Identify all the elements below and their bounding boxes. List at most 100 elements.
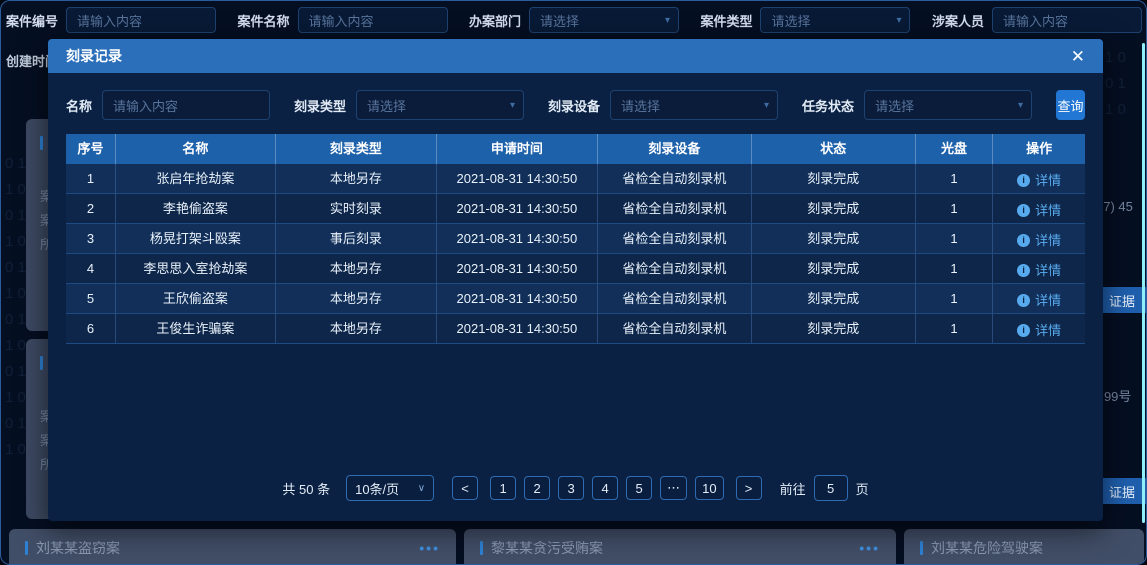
- table-body: 1 张启年抢劫案 本地另存 2021-08-31 14:30:50 省检全自动刻…: [66, 164, 1085, 344]
- scroll-indicator-line: [1142, 43, 1145, 523]
- detail-link[interactable]: i 详情: [1017, 256, 1061, 283]
- page-number-button[interactable]: 2: [524, 476, 550, 500]
- filter-placeholder: 请输入内容: [113, 96, 255, 115]
- cell-name: 李艳偷盗案: [116, 194, 276, 223]
- filter-input[interactable]: 请选择 ▾: [864, 90, 1032, 120]
- table-row: 1 张启年抢劫案 本地另存 2021-08-31 14:30:50 省检全自动刻…: [66, 164, 1085, 194]
- title-accent-bar: [25, 541, 28, 555]
- cell-burn-type: 事后刻录: [276, 224, 437, 253]
- table-row: 2 李艳偷盗案 实时刻录 2021-08-31 14:30:50 省检全自动刻录…: [66, 194, 1085, 224]
- filter-label: 刻录设备: [548, 96, 600, 115]
- cell-index: 1: [66, 164, 116, 193]
- chevron-down-icon: ▾: [764, 100, 769, 111]
- case-filter-field: 案件编号 请输入内容: [6, 7, 216, 33]
- detail-link[interactable]: i 详情: [1017, 166, 1061, 193]
- cell-name: 王俊生诈骗案: [116, 314, 276, 343]
- case-search-bar: 案件编号 请输入内容 案件名称 请输入内容 办案部门 请选择 ▾: [1, 1, 1146, 39]
- field-input[interactable]: 请选择 ▾: [529, 7, 679, 33]
- field-input[interactable]: 请输入内容: [66, 7, 216, 33]
- table-row: 3 杨晃打架斗殴案 事后刻录 2021-08-31 14:30:50 省检全自动…: [66, 224, 1085, 254]
- detail-link[interactable]: i 详情: [1017, 286, 1061, 313]
- cell-burn-type: 本地另存: [276, 164, 437, 193]
- case-card[interactable]: 刘某某危险驾驶案: [904, 529, 1144, 565]
- decor-binary-right: 1 0 0 1 1 0: [1105, 45, 1126, 123]
- case-filter-field: 案件名称 请输入内容: [237, 7, 447, 33]
- cell-apply-time: 2021-08-31 14:30:50: [437, 284, 598, 313]
- close-icon[interactable]: ✕: [1071, 48, 1085, 65]
- filter-field: 刻录设备 请选择 ▾: [548, 90, 778, 120]
- cell-apply-time: 2021-08-31 14:30:50: [437, 194, 598, 223]
- detail-link[interactable]: i 详情: [1017, 196, 1061, 223]
- case-card[interactable]: 刘某某盗窃案 •••: [9, 529, 456, 565]
- case-filter-field: 涉案人员 请输入内容: [932, 7, 1142, 33]
- title-accent-bar: [480, 541, 483, 555]
- cell-name: 王欣偷盗案: [116, 284, 276, 313]
- page-number-button[interactable]: 1: [490, 476, 516, 500]
- more-options-icon[interactable]: •••: [419, 540, 440, 556]
- filter-groups: 名称 请输入内容 刻录类型 请选择 ▾: [66, 90, 1056, 120]
- cell-status: 刻录完成: [752, 314, 916, 343]
- chevron-down-icon: ▾: [1018, 100, 1023, 111]
- page-number-button[interactable]: 5: [626, 476, 652, 500]
- pagination-bar: 共 50 条 10条/页 ∨ < 1 2 3 4 5 ⋯: [48, 475, 1103, 501]
- cell-apply-time: 2021-08-31 14:30:50: [437, 254, 598, 283]
- info-icon: i: [1017, 264, 1030, 277]
- cell-apply-time: 2021-08-31 14:30:50: [437, 164, 598, 193]
- cell-index: 6: [66, 314, 116, 343]
- app-window: 0 1 0 1 1 0 1 0 0 1 0 1 1 0 0 1 0 1 1 0 …: [0, 0, 1147, 565]
- chevron-down-icon: ▾: [896, 15, 901, 26]
- goto-page-input[interactable]: 5: [814, 475, 848, 501]
- cell-disc-count: 1: [916, 224, 993, 253]
- info-icon: i: [1017, 294, 1030, 307]
- field-label: 案件编号: [6, 11, 58, 30]
- chevron-down-icon: ∨: [418, 483, 425, 494]
- info-icon: i: [1017, 234, 1030, 247]
- table-header-cell: 刻录设备: [598, 134, 752, 164]
- filter-input[interactable]: 请选择 ▾: [356, 90, 524, 120]
- info-icon: i: [1017, 204, 1030, 217]
- info-icon: i: [1017, 324, 1030, 337]
- cell-action: i 详情: [993, 194, 1085, 223]
- dialog-title: 刻录记录: [66, 46, 122, 66]
- detail-link[interactable]: i 详情: [1017, 226, 1061, 253]
- dialog-filter-bar: 名称 请输入内容 刻录类型 请选择 ▾: [48, 73, 1103, 120]
- cell-action: i 详情: [993, 164, 1085, 193]
- case-card-row: 刘某某盗窃案 ••• 黎某某贪污受贿案 ••• 刘某某危险驾驶案: [1, 529, 1146, 565]
- search-button[interactable]: 查询: [1056, 90, 1085, 120]
- detail-link-label: 详情: [1035, 196, 1061, 223]
- field-input[interactable]: 请输入内容: [298, 7, 448, 33]
- field-input[interactable]: 请输入内容: [992, 7, 1142, 33]
- field-placeholder: 请选择: [540, 11, 659, 30]
- field-input[interactable]: 请选择 ▾: [760, 7, 910, 33]
- page-number-button[interactable]: 10: [695, 476, 723, 500]
- next-page-button[interactable]: >: [736, 476, 762, 500]
- table-header-cell: 申请时间: [437, 134, 598, 164]
- page-number-button[interactable]: 4: [592, 476, 618, 500]
- detail-link-label: 详情: [1035, 166, 1061, 193]
- cell-burn-type: 本地另存: [276, 284, 437, 313]
- detail-link[interactable]: i 详情: [1017, 316, 1061, 343]
- cell-name: 李思思入室抢劫案: [116, 254, 276, 283]
- page-size-value: 10条/页: [355, 479, 399, 498]
- page-number-button[interactable]: 3: [558, 476, 584, 500]
- dialog-header: 刻录记录 ✕: [48, 39, 1103, 73]
- cell-apply-time: 2021-08-31 14:30:50: [437, 224, 598, 253]
- goto-page-group: 前往 5 页: [780, 475, 869, 501]
- case-card[interactable]: 黎某某贪污受贿案 •••: [464, 529, 896, 565]
- page-number-button[interactable]: ⋯: [660, 476, 687, 500]
- filter-label: 任务状态: [802, 96, 854, 115]
- page-size-select[interactable]: 10条/页 ∨: [346, 475, 434, 501]
- cell-burn-type: 实时刻录: [276, 194, 437, 223]
- prev-page-button[interactable]: <: [452, 476, 478, 500]
- field-label: 案件名称: [237, 11, 289, 30]
- cell-action: i 详情: [993, 254, 1085, 283]
- filter-input[interactable]: 请选择 ▾: [610, 90, 778, 120]
- filter-placeholder: 请选择: [367, 96, 504, 115]
- detail-link-label: 详情: [1035, 316, 1061, 343]
- cell-action: i 详情: [993, 314, 1085, 343]
- case-filter-field: 案件类型 请选择 ▾: [700, 7, 910, 33]
- cell-device: 省检全自动刻录机: [598, 284, 752, 313]
- filter-placeholder: 请选择: [621, 96, 758, 115]
- more-options-icon[interactable]: •••: [859, 540, 880, 556]
- filter-input[interactable]: 请输入内容: [102, 90, 270, 120]
